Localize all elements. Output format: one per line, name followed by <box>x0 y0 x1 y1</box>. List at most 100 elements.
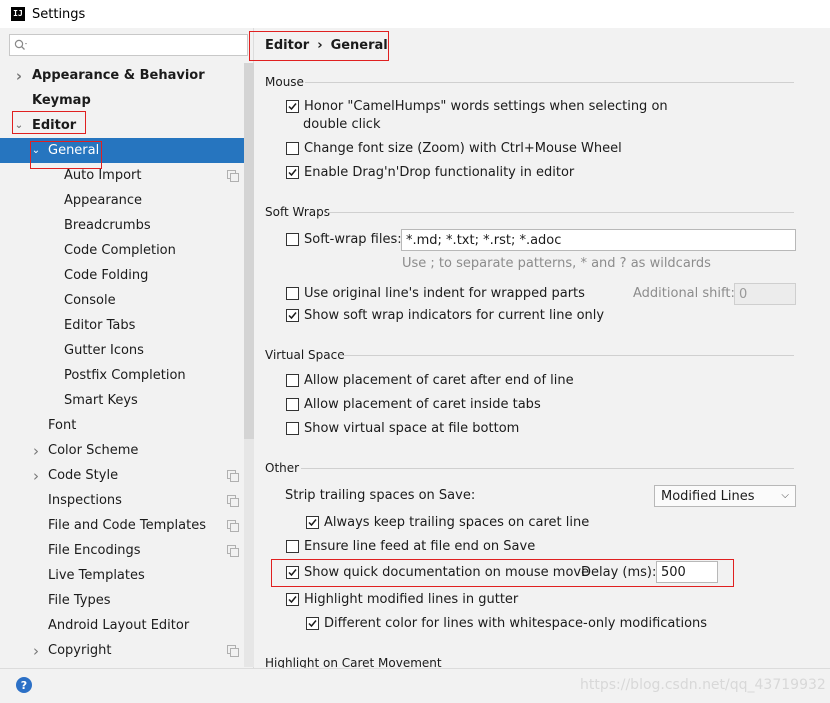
chevron-right-icon[interactable]: › <box>31 642 41 660</box>
intellij-logo-icon: IJ <box>11 7 25 21</box>
keep-trailing-checkbox[interactable] <box>306 516 319 529</box>
tree-item-label: Color Scheme <box>48 443 139 458</box>
window-title: Settings <box>32 6 86 22</box>
tree-item[interactable]: Keymap <box>0 88 244 113</box>
strip-trailing-dropdown[interactable]: Modified Lines ⌵ <box>654 485 796 507</box>
tree-item[interactable]: Android Layout Editor <box>0 613 244 638</box>
additional-shift-label: Additional shift: <box>633 286 735 301</box>
original-indent-checkbox-row[interactable]: Use original line's indent for wrapped p… <box>286 286 585 301</box>
chevron-right-icon[interactable]: › <box>31 467 41 485</box>
tree-scrollbar-thumb[interactable] <box>244 63 254 439</box>
tree-item[interactable]: Postfix Completion <box>0 363 244 388</box>
tree-item[interactable]: › Code Style <box>0 463 244 488</box>
group-divider <box>301 468 794 469</box>
tree-item-label: Auto Import <box>64 168 142 183</box>
highlight-modified-checkbox[interactable] <box>286 593 299 606</box>
caret-after-end-checkbox[interactable] <box>286 374 299 387</box>
tree-item[interactable]: Code Folding <box>0 263 244 288</box>
virtual-space-bottom-label: Show virtual space at file bottom <box>304 421 520 436</box>
caret-after-end-label: Allow placement of caret after end of li… <box>304 373 574 388</box>
checkmark-icon <box>288 596 297 604</box>
tree-item[interactable]: Code Completion <box>0 238 244 263</box>
virtual-space-bottom-checkbox[interactable] <box>286 422 299 435</box>
tree-item-label: File and Code Templates <box>48 518 206 533</box>
tree-item[interactable]: Live Templates <box>0 563 244 588</box>
tree-item-label: Font <box>48 418 77 433</box>
tree-item[interactable]: › Copyright <box>0 638 244 663</box>
diff-color-checkbox[interactable] <box>306 617 319 630</box>
search-input[interactable] <box>9 34 248 56</box>
additional-shift-input[interactable]: 0 <box>734 283 796 305</box>
tree-item[interactable]: File Types <box>0 588 244 613</box>
line-feed-checkbox-row[interactable]: Ensure line feed at file end on Save <box>286 539 535 554</box>
chevron-right-icon[interactable]: › <box>14 67 24 85</box>
strip-trailing-value: Modified Lines <box>661 488 755 504</box>
keep-trailing-checkbox-row[interactable]: Always keep trailing spaces on caret lin… <box>306 515 589 530</box>
camelhumps-label-line2: double click <box>303 117 381 132</box>
tree-item[interactable]: Editor Tabs <box>0 313 244 338</box>
chevron-right-icon[interactable]: › <box>31 442 41 460</box>
annotation-box-breadcrumb <box>249 31 389 61</box>
annotation-box-editor <box>12 111 86 134</box>
soft-wrap-files-label: Soft-wrap files: <box>304 232 402 247</box>
soft-wrap-hint: Use ; to separate patterns, * and ? as w… <box>402 256 711 271</box>
tree-item[interactable]: File Encodings <box>0 538 244 563</box>
group-soft-wraps-title: Soft Wraps <box>265 205 330 219</box>
caret-inside-tabs-checkbox-row[interactable]: Allow placement of caret inside tabs <box>286 397 541 412</box>
project-settings-icon <box>227 495 239 507</box>
title-bar: IJ Settings <box>0 0 830 28</box>
strip-trailing-label: Strip trailing spaces on Save: <box>285 488 476 503</box>
wrap-indicators-checkbox-row[interactable]: Show soft wrap indicators for current li… <box>286 308 604 323</box>
group-other-title: Other <box>265 461 300 475</box>
tree-item[interactable]: Gutter Icons <box>0 338 244 363</box>
dragdrop-checkbox-row[interactable]: Enable Drag'n'Drop functionality in edit… <box>286 165 574 180</box>
tree-item-label: Postfix Completion <box>64 368 186 383</box>
highlight-modified-checkbox-row[interactable]: Highlight modified lines in gutter <box>286 592 518 607</box>
zoom-checkbox[interactable] <box>286 142 299 155</box>
group-highlight-caret-title: Highlight on Caret Movement <box>265 656 442 668</box>
caret-inside-tabs-checkbox[interactable] <box>286 398 299 411</box>
caret-after-end-checkbox-row[interactable]: Allow placement of caret after end of li… <box>286 373 574 388</box>
soft-wrap-files-checkbox[interactable] <box>286 233 299 246</box>
highlight-modified-label: Highlight modified lines in gutter <box>304 592 519 607</box>
tree-item-label: Appearance & Behavior <box>32 68 205 83</box>
dragdrop-checkbox[interactable] <box>286 166 299 179</box>
tree-item[interactable]: Breadcrumbs <box>0 213 244 238</box>
diff-color-checkbox-row[interactable]: Different color for lines with whitespac… <box>306 616 707 631</box>
camelhumps-checkbox[interactable] <box>286 100 299 113</box>
group-virtual-space-title: Virtual Space <box>265 348 345 362</box>
line-feed-checkbox[interactable] <box>286 540 299 553</box>
tree-item-label: Code Style <box>48 468 119 483</box>
wrap-indicators-label: Show soft wrap indicators for current li… <box>304 308 605 323</box>
tree-item[interactable]: › Appearance & Behavior <box>0 63 244 88</box>
soft-wrap-files-input[interactable]: *.md; *.txt; *.rst; *.adoc <box>401 229 796 251</box>
tree-item[interactable]: Appearance <box>0 188 244 213</box>
original-indent-checkbox[interactable] <box>286 287 299 300</box>
tree-item-label: File Types <box>48 593 111 608</box>
group-divider <box>305 82 794 83</box>
tree-item[interactable]: › Color Scheme <box>0 438 244 463</box>
checkmark-icon <box>288 169 297 177</box>
original-indent-label: Use original line's indent for wrapped p… <box>304 286 585 301</box>
help-icon[interactable]: ? <box>16 677 32 693</box>
zoom-label: Change font size (Zoom) with Ctrl+Mouse … <box>304 141 622 156</box>
tree-item[interactable]: Inspections <box>0 488 244 513</box>
bottom-bar: ? https://blog.csdn.net/qq_43719932 <box>0 668 830 703</box>
tree-item-label: Android Layout Editor <box>48 618 190 633</box>
tree-item[interactable]: Font <box>0 413 244 438</box>
group-mouse-title: Mouse <box>265 75 304 89</box>
virtual-space-bottom-checkbox-row[interactable]: Show virtual space at file bottom <box>286 421 519 436</box>
soft-wrap-files-checkbox-row[interactable]: Soft-wrap files: <box>286 232 402 247</box>
tree-item[interactable]: File and Code Templates <box>0 513 244 538</box>
tree-item-label: Code Folding <box>64 268 149 283</box>
tree-item-label: Gutter Icons <box>64 343 144 358</box>
wrap-indicators-checkbox[interactable] <box>286 309 299 322</box>
tree-item[interactable]: Console <box>0 288 244 313</box>
zoom-checkbox-row[interactable]: Change font size (Zoom) with Ctrl+Mouse … <box>286 141 622 156</box>
project-settings-icon <box>227 645 239 657</box>
tree-item-label: Keymap <box>32 93 91 108</box>
checkmark-icon <box>288 103 297 111</box>
tree-item[interactable]: Smart Keys <box>0 388 244 413</box>
camelhumps-checkbox-row[interactable]: Honor "CamelHumps" words settings when s… <box>286 99 668 114</box>
chevron-down-icon: ⌵ <box>781 490 789 501</box>
